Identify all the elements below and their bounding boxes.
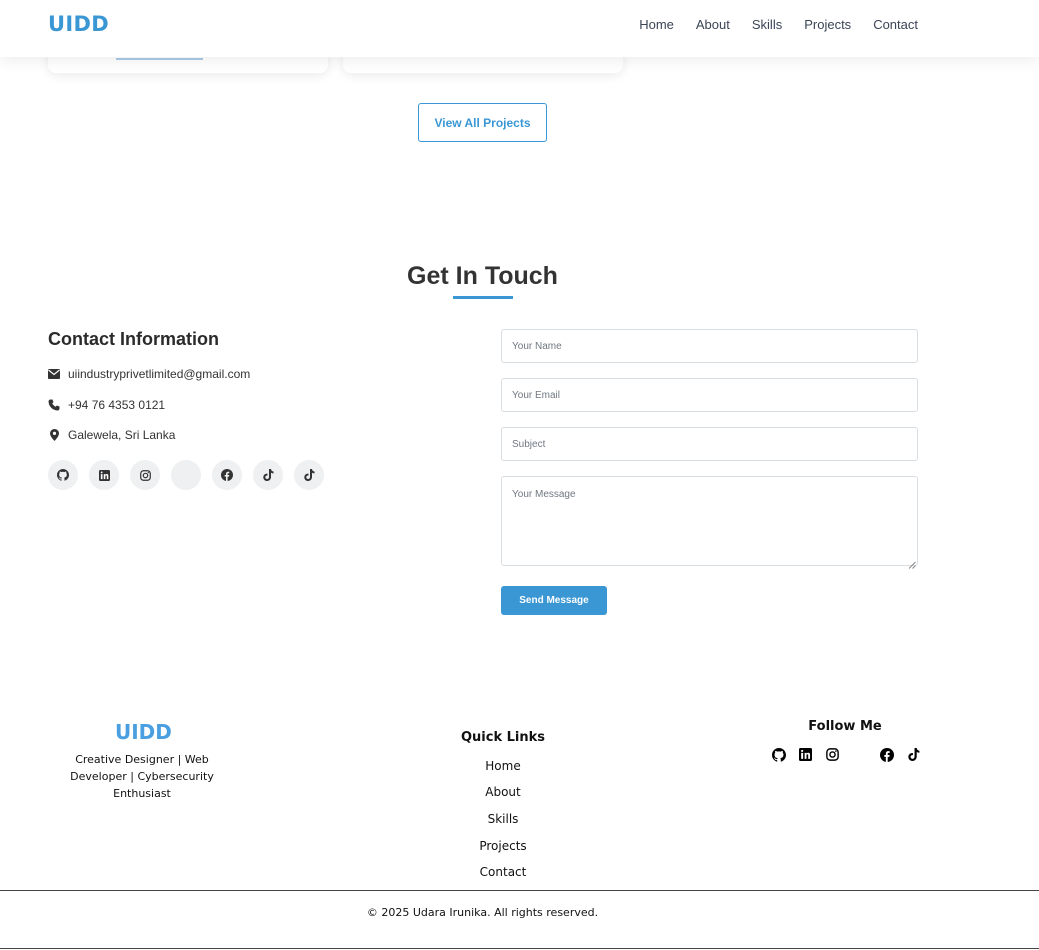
tiktok-icon[interactable] [294, 460, 324, 490]
contact-info-title: Contact Information [48, 329, 219, 349]
footer-link-projects[interactable]: Projects [443, 839, 563, 853]
site-logo[interactable]: UIDD [48, 12, 109, 36]
blank-icon[interactable] [852, 747, 867, 762]
linkedin-icon[interactable] [798, 747, 813, 762]
nav-skills[interactable]: Skills [752, 17, 782, 32]
title-underline [453, 296, 513, 299]
github-icon[interactable] [771, 747, 786, 762]
nav-home[interactable]: Home [639, 17, 674, 32]
contact-phone-row: +94 76 4353 0121 [48, 398, 165, 412]
nav-projects[interactable]: Projects [804, 17, 851, 32]
copyright-text: © 2025 Udara Irunika. All rights reserve… [366, 906, 599, 919]
contact-email[interactable]: uiindustryprivetlimited@gmail.com [68, 367, 250, 381]
contact-email-row: uiindustryprivetlimited@gmail.com [48, 367, 250, 381]
contact-social-links [48, 460, 324, 490]
quick-links-title: Quick Links [460, 730, 546, 745]
facebook-icon[interactable] [212, 460, 242, 490]
contact-phone[interactable]: +94 76 4353 0121 [68, 398, 165, 412]
footer-link-contact[interactable]: Contact [443, 865, 563, 879]
footer-divider [0, 890, 1039, 891]
tiktok-icon[interactable] [253, 460, 283, 490]
footer-logo[interactable]: UIDD [115, 720, 172, 744]
message-textarea[interactable] [501, 476, 918, 566]
nav-about[interactable]: About [696, 17, 730, 32]
follow-me-title: Follow Me [808, 719, 882, 734]
view-all-projects-button[interactable]: View All Projects [418, 103, 547, 142]
instagram-icon[interactable] [130, 460, 160, 490]
contact-location: Galewela, Sri Lanka [68, 428, 176, 442]
github-icon[interactable] [48, 460, 78, 490]
bottom-divider [0, 948, 1039, 949]
main-nav: Home About Skills Projects Contact [639, 17, 918, 32]
resize-grip-icon[interactable] [908, 556, 916, 569]
footer-social-links [771, 747, 921, 762]
name-input[interactable] [501, 329, 918, 363]
tiktok-icon[interactable] [906, 747, 921, 762]
envelope-icon [48, 368, 60, 380]
project-card-button[interactable] [116, 58, 203, 60]
email-input[interactable] [501, 378, 918, 412]
map-pin-icon [48, 429, 60, 441]
send-message-button[interactable]: Send Message [501, 586, 607, 615]
contact-location-row: Galewela, Sri Lanka [48, 428, 175, 442]
footer-tagline: Creative Designer | Web Developer | Cybe… [70, 753, 214, 800]
linkedin-icon[interactable] [89, 460, 119, 490]
site-header: UIDD Home About Skills Projects Contact [0, 0, 1039, 57]
footer-link-about[interactable]: About [443, 785, 563, 799]
footer-link-home[interactable]: Home [443, 759, 563, 773]
facebook-icon[interactable] [879, 747, 894, 762]
footer-link-skills[interactable]: Skills [443, 812, 563, 826]
contact-section-title: Get In Touch [407, 262, 558, 290]
blank-icon[interactable] [171, 460, 201, 490]
subject-input[interactable] [501, 427, 918, 461]
nav-contact[interactable]: Contact [873, 17, 918, 32]
instagram-icon[interactable] [825, 747, 840, 762]
phone-icon [48, 399, 60, 411]
